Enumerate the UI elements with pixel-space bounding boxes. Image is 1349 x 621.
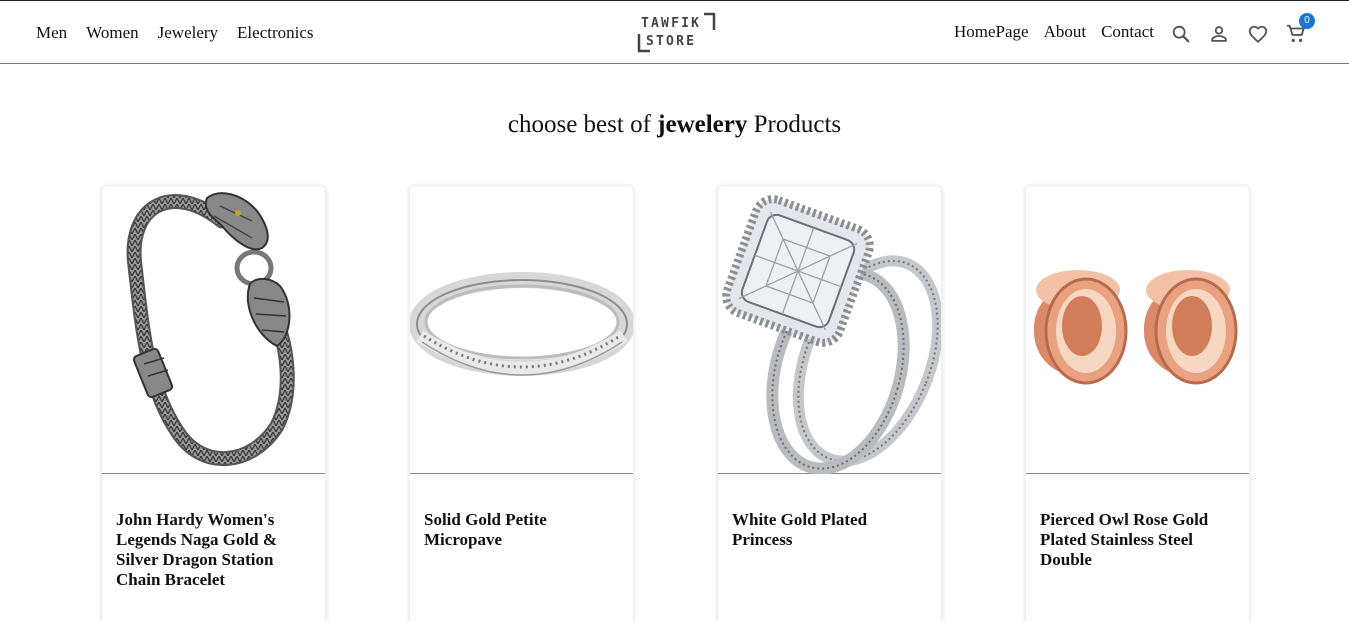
nav-link-jewelery[interactable]: Jewelery (158, 23, 218, 43)
account-icon[interactable] (1208, 23, 1230, 45)
nav-link-electronics[interactable]: Electronics (237, 23, 313, 43)
product-image[interactable] (410, 186, 633, 474)
nav-link-men[interactable]: Men (36, 23, 67, 43)
product-image[interactable] (718, 186, 941, 474)
princess-ring-image (722, 195, 941, 474)
logo-line2: STORE (646, 34, 696, 49)
heading-suffix: Products (747, 111, 842, 138)
product-image[interactable] (102, 186, 325, 474)
nav-link-homepage[interactable]: HomePage (954, 22, 1029, 42)
product-card[interactable]: John Hardy Women's Legends Naga Gold & S… (101, 185, 326, 621)
site-header: Men Women Jewelery Electronics TAWFIK ST… (0, 0, 1349, 64)
product-title[interactable]: White Gold Plated Princess (732, 510, 922, 550)
nav-link-contact[interactable]: Contact (1101, 22, 1154, 42)
logo-mark: TAWFIK STORE (637, 12, 716, 53)
product-image[interactable] (1026, 186, 1249, 474)
logo-line1: TAWFIK (641, 16, 701, 31)
search-icon[interactable] (1170, 23, 1192, 45)
category-nav: Men Women Jewelery Electronics (36, 23, 314, 43)
cart-icon[interactable]: 0 (1285, 13, 1315, 45)
product-title[interactable]: Solid Gold Petite Micropave (424, 510, 614, 550)
page-nav: HomePage About Contact (954, 22, 1154, 42)
heart-icon[interactable] (1247, 23, 1269, 45)
nav-link-about[interactable]: About (1044, 22, 1087, 42)
section-heading: choose best of jewelery Products (0, 111, 1349, 139)
plug-earrings-image (1034, 270, 1238, 385)
heading-category: jewelery (657, 111, 748, 138)
bracelet-image (126, 192, 295, 467)
product-card[interactable]: Pierced Owl Rose Gold Plated Stainless S… (1025, 185, 1250, 621)
product-card[interactable]: Solid Gold Petite Micropave (409, 185, 634, 621)
micropave-ring-image (410, 272, 633, 376)
store-logo[interactable]: TAWFIK STORE (636, 10, 718, 54)
product-card[interactable]: White Gold Plated Princess (717, 185, 942, 621)
cart-count-badge: 0 (1299, 13, 1315, 29)
product-title[interactable]: John Hardy Women's Legends Naga Gold & S… (116, 510, 306, 590)
product-title[interactable]: Pierced Owl Rose Gold Plated Stainless S… (1040, 510, 1230, 570)
nav-link-women[interactable]: Women (86, 23, 138, 43)
heading-prefix: choose best of (507, 111, 658, 138)
